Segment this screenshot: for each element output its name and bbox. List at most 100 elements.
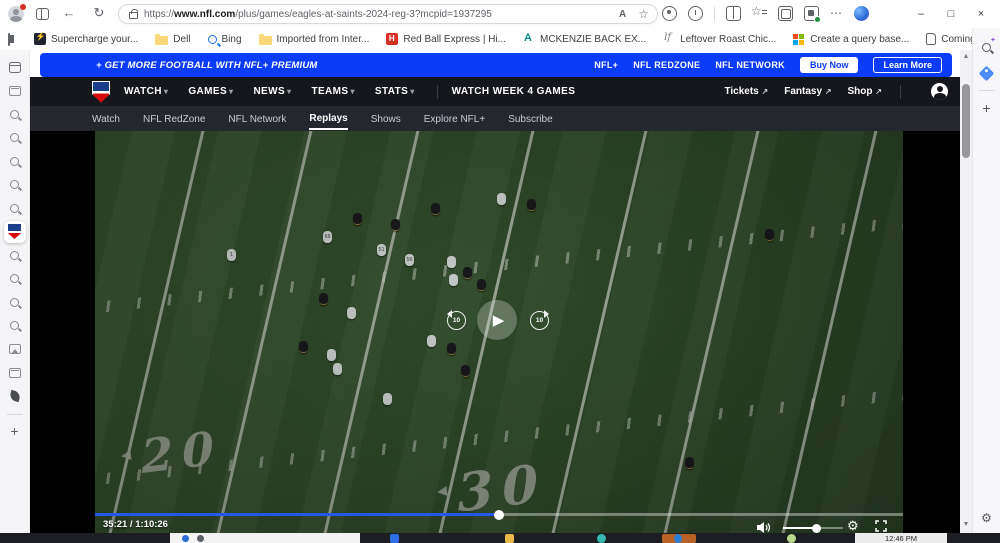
minimize-button[interactable]: – — [906, 0, 936, 28]
tab-feather[interactable] — [4, 385, 26, 407]
address-bar[interactable]: https://www.nfl.com/plus/games/eagles-at… — [118, 4, 658, 24]
rewind-10-button[interactable]: 10 — [447, 310, 466, 330]
account-avatar[interactable] — [931, 83, 948, 100]
scrollbar-thumb[interactable] — [962, 84, 970, 158]
copilot-icon[interactable] — [854, 6, 869, 21]
sidebar-add-button[interactable]: + — [976, 97, 998, 119]
nav-games[interactable]: GAMES ▾ — [188, 86, 233, 97]
progress-knob[interactable] — [494, 509, 504, 520]
extensions-icon[interactable] — [804, 6, 821, 23]
nfl-premium-banner[interactable]: + GET MORE FOOTBALL WITH NFL+ PREMIUM NF… — [40, 53, 952, 77]
subnav-redzone[interactable]: NFL RedZone — [143, 109, 205, 129]
bookmark-supercharge[interactable]: Supercharge your... — [34, 32, 138, 45]
tab-overview[interactable] — [4, 56, 26, 78]
history-icon[interactable] — [688, 6, 703, 21]
watch-week-4-games-link[interactable]: WATCH WEEK 4 GAMES — [452, 86, 576, 97]
taskbar-app-group[interactable] — [170, 533, 360, 543]
video-player[interactable]: ◀ 20 ◀ 30 1 68 51 56 10 ▶ 10 35:21 / 1:10:2… — [95, 131, 903, 533]
taskbar-app-icon[interactable] — [597, 534, 606, 543]
new-tab-button[interactable]: + — [4, 420, 26, 442]
tab-search-9[interactable] — [4, 315, 26, 337]
tab-search-4[interactable] — [4, 174, 26, 196]
nav-news[interactable]: NEWS ▾ — [253, 86, 291, 97]
taskbar-app-icon[interactable] — [787, 534, 796, 543]
scroll-down-icon[interactable]: ▼ — [963, 518, 970, 531]
subnav-subscribe[interactable]: Subscribe — [508, 109, 552, 129]
buy-now-button[interactable]: Buy Now — [799, 57, 859, 73]
subnav-shows[interactable]: Shows — [371, 109, 401, 129]
banner-link-nflplus[interactable]: NFL+ — [594, 60, 618, 70]
profile-avatar[interactable] — [8, 4, 26, 22]
sidebar-toggle-icon[interactable] — [8, 32, 14, 46]
taskbar-app-icon[interactable] — [197, 534, 204, 542]
forward-10-button[interactable]: 10 — [530, 310, 549, 330]
settings-more-icon[interactable]: ⋯ — [830, 6, 843, 21]
nfl-logo[interactable] — [92, 80, 110, 103]
subnav-network[interactable]: NFL Network — [228, 109, 286, 129]
split-screen-icon[interactable] — [726, 6, 741, 21]
nav-teams[interactable]: TEAMS ▾ — [311, 86, 354, 97]
page-scrollbar[interactable]: ▲ ▼ — [960, 50, 972, 533]
toolbar-divider — [714, 6, 715, 21]
refresh-button[interactable]: ↻ — [90, 5, 108, 21]
chevron-down-icon: ▾ — [410, 87, 415, 96]
taskbar-app-icon[interactable] — [390, 534, 399, 543]
fullscreen-button[interactable] — [875, 520, 887, 533]
tab-search-1[interactable] — [4, 103, 26, 125]
learn-more-button[interactable]: Learn More — [873, 57, 942, 73]
workspaces-icon[interactable] — [36, 7, 49, 20]
tab-search-5[interactable] — [4, 197, 26, 219]
volume-knob[interactable] — [812, 523, 821, 533]
tab-card-2[interactable] — [4, 362, 26, 384]
tab-search-6[interactable] — [4, 244, 26, 266]
nav-watch[interactable]: WATCH ▾ — [124, 86, 168, 97]
sidebar-shopping[interactable] — [976, 62, 998, 84]
taskbar-app-badge — [674, 534, 682, 543]
bookmark-create-query[interactable]: Create a query base... — [793, 33, 909, 45]
nav-stats[interactable]: STATS ▾ — [375, 86, 415, 97]
close-button[interactable]: × — [966, 0, 996, 28]
bookmark-imported[interactable]: Imported from Inter... — [258, 33, 369, 45]
bookmark-bing[interactable]: Bing — [207, 34, 242, 45]
progress-bar[interactable] — [95, 509, 903, 520]
shop-link[interactable]: Shop ↗ — [848, 86, 882, 97]
taskbar-clock[interactable]: 12:46 PM — [855, 533, 947, 543]
tab-search-7[interactable] — [4, 268, 26, 290]
play-button[interactable]: ▶ — [477, 300, 517, 340]
maximize-button[interactable]: □ — [936, 0, 966, 28]
bookmark-leftover-roast[interactable]: Leftover Roast Chic... — [663, 32, 776, 45]
tab-nfl-active[interactable] — [3, 220, 26, 243]
fantasy-link[interactable]: Fantasy ↗ — [784, 86, 831, 97]
scroll-up-icon[interactable]: ▲ — [963, 50, 970, 63]
taskbar-edge-icon[interactable] — [182, 534, 189, 542]
tab-image[interactable] — [4, 338, 26, 360]
bookmark-mckenzie[interactable]: MCKENZIE BACK EX... — [523, 32, 646, 45]
subnav-watch[interactable]: Watch — [92, 109, 120, 129]
favorite-star-icon[interactable]: ☆ — [638, 7, 649, 21]
collections-icon[interactable] — [778, 6, 793, 21]
video-settings-gear-icon[interactable]: ⚙ — [847, 518, 859, 533]
back-button[interactable]: ← — [60, 5, 78, 20]
tab-search-3[interactable] — [4, 150, 26, 172]
tab-search-2[interactable] — [4, 127, 26, 149]
bookmark-red-ball-express[interactable]: Red Ball Express | Hi... — [386, 33, 506, 45]
subnav-replays-active[interactable]: Replays — [309, 108, 348, 130]
bookmark-dell[interactable]: Dell — [155, 33, 191, 45]
taskbar-folder-icon[interactable] — [505, 534, 514, 543]
sidebar-search[interactable] — [976, 36, 998, 58]
volume-icon[interactable] — [757, 521, 772, 533]
volume-slider[interactable] — [783, 523, 843, 533]
read-aloud-icon[interactable]: A — [619, 9, 626, 20]
tab-search-8[interactable] — [4, 291, 26, 313]
subnav-explore[interactable]: Explore NFL+ — [424, 109, 485, 129]
banner-link-redzone[interactable]: NFL REDZONE — [633, 60, 700, 70]
extensions-status-dot — [814, 16, 821, 23]
url-text[interactable]: https://www.nfl.com/plus/games/eagles-at… — [144, 9, 492, 20]
sidebar-settings-gear-icon[interactable]: ⚙ — [981, 511, 992, 525]
browser-essentials-icon[interactable] — [662, 6, 677, 21]
tickets-link[interactable]: Tickets ↗ — [724, 86, 768, 97]
chevron-down-icon: ▾ — [287, 87, 292, 96]
banner-link-network[interactable]: NFL NETWORK — [715, 60, 785, 70]
favorites-icon[interactable] — [751, 4, 767, 21]
tab-card-1[interactable] — [4, 80, 26, 102]
